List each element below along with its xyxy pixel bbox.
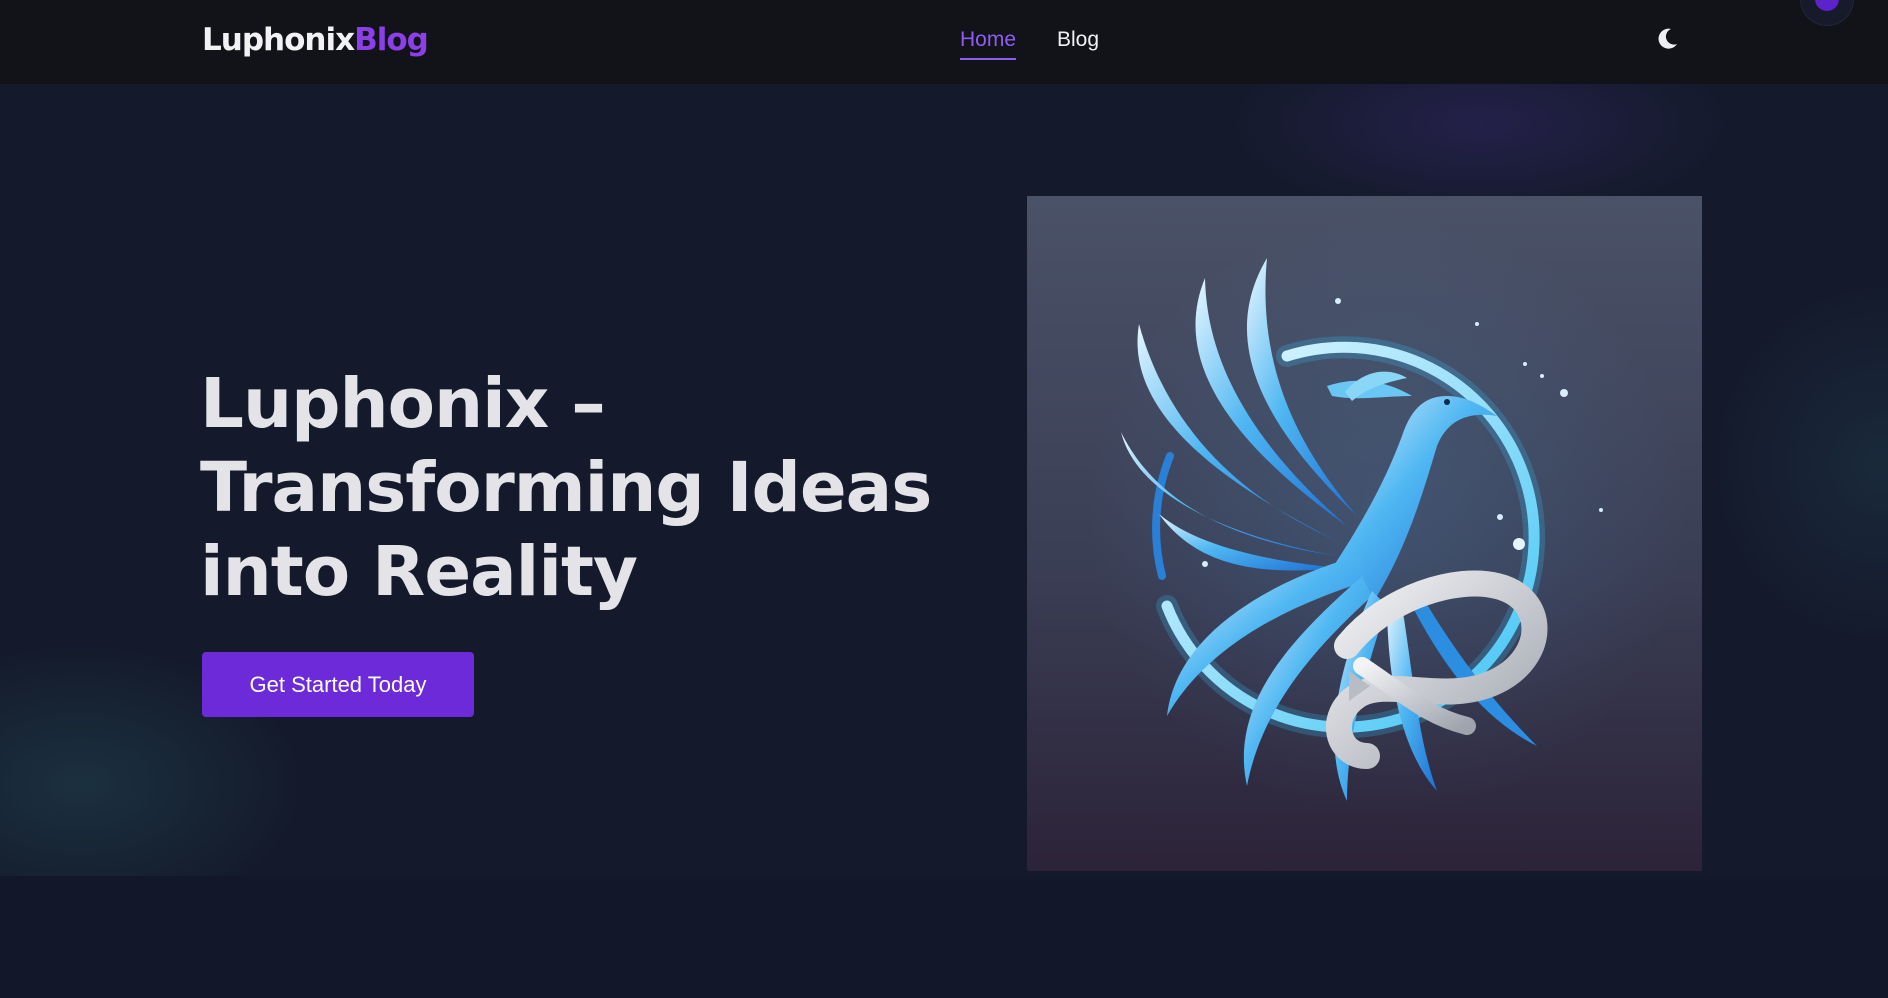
site-logo[interactable]: LuphonixBlog <box>202 20 429 60</box>
get-started-button[interactable]: Get Started Today <box>202 652 474 717</box>
floating-corner-button[interactable] <box>1800 0 1854 26</box>
corner-dot-icon <box>1815 0 1839 11</box>
nav-link-home-label: Home <box>960 28 1017 51</box>
phoenix-infinity-logo-icon <box>1027 196 1702 871</box>
theme-toggle-button[interactable] <box>1652 24 1682 54</box>
logo-text-accent: Blog <box>354 22 429 58</box>
hero-image <box>1027 196 1702 871</box>
nav-link-blog-label: Blog <box>1057 28 1100 51</box>
nav-link-blog[interactable]: Blog <box>1057 26 1099 54</box>
hero-title: Luphonix – Transforming Ideas into Reali… <box>200 364 932 612</box>
nav-link-home[interactable]: Home <box>960 26 1017 60</box>
moon-icon <box>1658 28 1677 49</box>
page-background-below-hero <box>0 876 1888 998</box>
top-navbar: LuphonixBlog Home Blog <box>0 0 1888 84</box>
logo-text-primary: Luphonix <box>202 22 355 58</box>
active-nav-underline <box>960 58 1017 60</box>
